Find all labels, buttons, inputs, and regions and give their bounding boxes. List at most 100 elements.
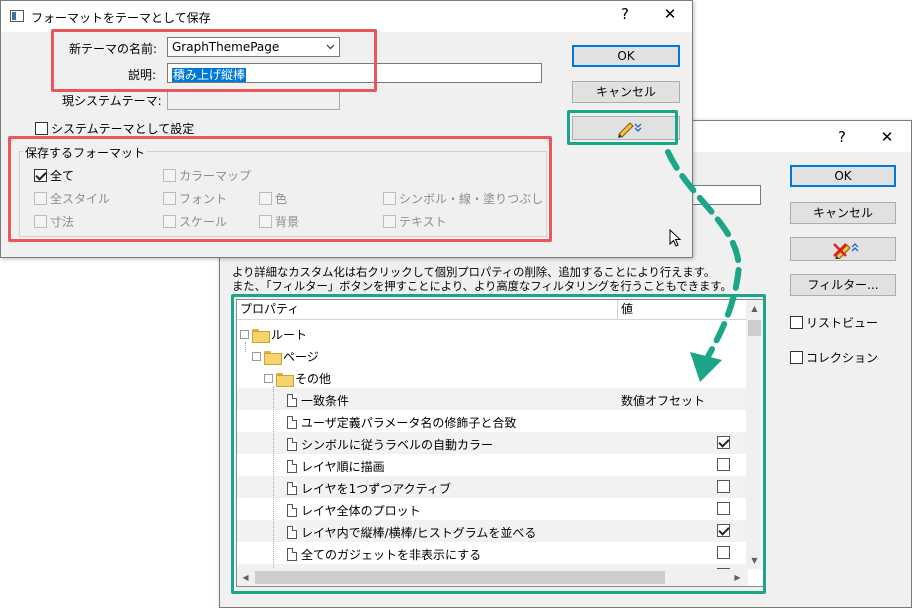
filter-ok-button[interactable]: OK [790,165,896,187]
header-value[interactable]: 値 [618,300,748,320]
scroll-left-arrow[interactable]: ◀ [237,569,254,586]
property-checkbox-box[interactable] [717,546,730,559]
document-icon [287,526,297,539]
theme-name-combobox[interactable]: GraphThemePage [167,37,340,57]
property-checkbox-box[interactable] [717,436,730,449]
symbol-label: シンボル・線・塗りつぶし [399,192,544,206]
formats-group-title: 保存するフォーマット [23,144,148,161]
scroll-up-arrow[interactable]: ▲ [746,300,763,317]
tree-expand-icon[interactable] [240,330,249,339]
scale-label: スケール [179,215,228,229]
help-button[interactable]: ? [613,5,637,23]
tree-property-row[interactable]: レイヤ内で縦棒/横棒/ヒストグラムを並べる [237,520,748,542]
tree-property-row[interactable]: レイヤ順に描画 [237,454,748,476]
horizontal-scrollbar[interactable]: ◀ ▶ [237,569,746,586]
tree-node[interactable]: レイヤ内で縦棒/横棒/ヒストグラムを並べる [287,524,536,541]
property-checkbox[interactable] [717,546,733,559]
pencil-no-icon [833,243,859,260]
horizontal-scroll-thumb[interactable] [255,571,665,584]
color-label: 色 [275,192,288,206]
all-style-checkbox: 全スタイル [34,190,110,207]
dimension-box [34,215,47,228]
font-box [163,192,176,205]
filter-button[interactable]: フィルター... [790,274,896,296]
property-checkbox[interactable] [717,436,733,449]
symbol-box [383,192,396,205]
tree-node[interactable]: レイヤを1つずつアクティブ [287,480,451,497]
chevron-down-icon[interactable] [326,42,335,51]
tree-property-row[interactable]: 一致条件 数値オフセット [237,388,748,410]
tree-property-row[interactable]: ユーザ定義パラメータ名の修飾子と合致 [237,410,748,432]
folder-icon [276,372,294,387]
tree-folder-row[interactable]: ルート [237,322,748,344]
tree-folder-row[interactable]: その他 [237,366,748,388]
property-grid[interactable]: プロパティ 値 ルートページその他一致条件 数値オフセットユーザ定義パラメータ名の… [236,299,764,587]
mouse-cursor-icon [669,229,682,247]
property-checkbox-box[interactable] [717,502,730,515]
tree-node-label: レイヤ全体のプロット [301,504,421,518]
tree-expand-icon[interactable] [264,374,273,383]
tree-node[interactable]: シンボルに従うラベルの自動カラー [287,436,493,453]
expand-button[interactable] [572,116,680,140]
list-view-box[interactable] [790,316,803,329]
tree-property-row[interactable]: シンボルに従うラベルの自動カラー [237,432,748,454]
collection-checkbox[interactable]: コレクション [790,349,878,366]
filter-close-button[interactable]: ✕ [875,128,899,146]
tree-node-label: レイヤ順に描画 [301,460,385,474]
tree-node[interactable]: ルート [240,326,307,343]
property-checkbox[interactable] [717,458,733,471]
tree-node[interactable]: その他 [264,370,331,387]
property-checkbox-box[interactable] [717,524,730,537]
scale-box [163,215,176,228]
folder-icon [252,328,270,343]
tree-node[interactable]: 一致条件 [287,392,349,409]
property-checkbox[interactable] [717,524,733,537]
property-checkbox[interactable] [717,502,733,515]
set-system-theme-box[interactable] [35,122,48,135]
set-system-theme-checkbox[interactable]: システムテーマとして設定 [35,120,194,137]
description-input[interactable]: 積み上げ縦棒 [167,63,542,83]
property-checkbox-box[interactable] [717,480,730,493]
ok-button[interactable]: OK [572,45,680,67]
property-checkbox-box[interactable] [717,458,730,471]
vertical-scrollbar[interactable]: ▲ ▼ [746,300,763,569]
tree-guide-line [245,342,246,352]
list-view-label: リストビュー [806,316,879,330]
vertical-scroll-thumb[interactable] [748,320,761,336]
save-theme-dialog: フォーマットをテーマとして保存 ? ✕ 新テーマの名前: GraphThemeP… [0,0,693,258]
collapse-button[interactable] [790,237,896,261]
tree-property-row[interactable]: 全てのガジェットを非表示にする [237,542,748,564]
tree-node[interactable]: レイヤ順に描画 [287,458,385,475]
tree-node[interactable]: ページ [252,348,319,365]
tree-expand-icon[interactable] [252,352,261,361]
tree-folder-row[interactable]: ページ [237,344,748,366]
scroll-down-arrow[interactable]: ▼ [746,552,763,569]
property-value[interactable]: 数値オフセット [621,392,705,409]
set-system-theme-label: システムテーマとして設定 [51,122,195,136]
dimension-checkbox: 寸法 [34,213,74,230]
cancel-button[interactable]: キャンセル [572,81,680,103]
all-checkbox[interactable]: 全て [34,167,74,184]
pencil-icon [618,122,642,138]
tree-guide-line [273,386,274,576]
new-theme-label: 新テーマの名前: [69,42,158,56]
collection-box[interactable] [790,351,803,364]
close-button[interactable]: ✕ [658,5,682,23]
tree-node[interactable]: レイヤ全体のプロット [287,502,421,519]
filter-help-button[interactable]: ? [830,128,854,146]
property-checkbox[interactable] [717,480,733,493]
tree-property-row[interactable]: レイヤ全体のプロット [237,498,748,520]
tree-node-label: その他 [295,372,332,386]
tree-node-label: 一致条件 [301,394,350,408]
tree-property-row[interactable]: レイヤを1つずつアクティブ [237,476,748,498]
theme-name-value: GraphThemePage [172,40,280,54]
collection-label: コレクション [806,351,879,365]
all-box[interactable] [34,169,47,182]
filter-cancel-button[interactable]: キャンセル [790,202,896,224]
tree-node[interactable]: ユーザ定義パラメータ名の修飾子と合致 [287,414,516,431]
all-label: 全て [50,169,75,183]
list-view-checkbox[interactable]: リストビュー [790,314,878,331]
header-property[interactable]: プロパティ [237,300,618,320]
scroll-right-arrow[interactable]: ▶ [729,569,746,586]
tree-node[interactable]: 全てのガジェットを非表示にする [287,546,481,563]
